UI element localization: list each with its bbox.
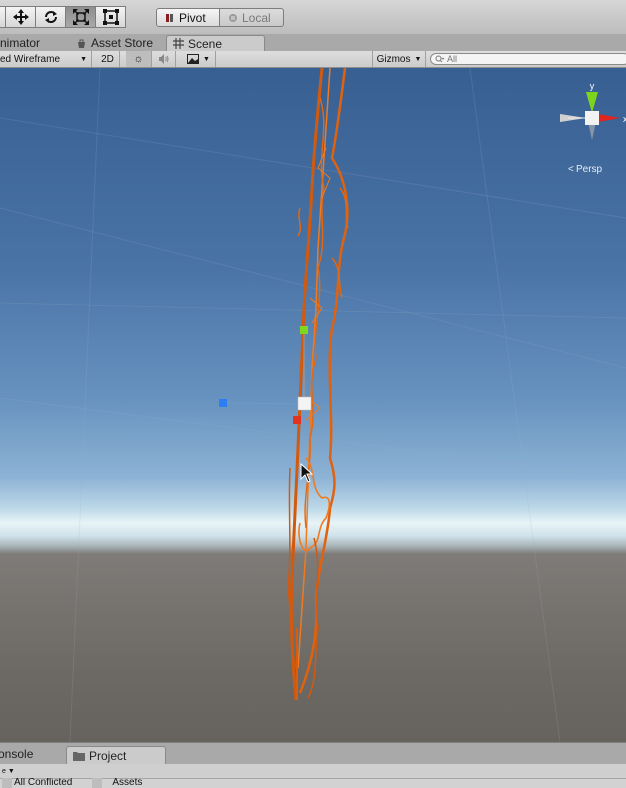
scene-canvas[interactable]: y x · < Persp xyxy=(0,68,626,742)
2d-toggle-button[interactable]: 2D xyxy=(96,51,120,67)
filter-icon xyxy=(2,778,12,788)
create-dropdown-arrow-icon[interactable]: e ▼ xyxy=(2,768,15,775)
scene-lighting-button[interactable]: ☼ xyxy=(126,51,152,67)
z-axis-line xyxy=(225,402,301,405)
gizmos-label: Gizmos xyxy=(376,53,411,65)
scale-tool-button[interactable] xyxy=(66,6,96,28)
folder-icon xyxy=(73,752,85,761)
project-filter-row: All Conflicted Assets xyxy=(0,778,626,788)
rect-icon xyxy=(102,9,119,25)
local-globe-icon xyxy=(229,13,237,22)
tab-scene-label: Scene xyxy=(188,36,223,51)
tab-animator[interactable]: nimator xyxy=(0,35,60,51)
tab-asset-store-label: Asset Store xyxy=(91,36,154,50)
dropdown-arrow-icon: ▼ xyxy=(80,55,87,63)
tab-console[interactable]: onsole xyxy=(0,746,62,762)
search-icon xyxy=(435,55,445,63)
all-conflicted-filter[interactable]: All Conflicted xyxy=(14,778,72,788)
rotate-icon xyxy=(44,11,57,23)
folder-icon xyxy=(92,778,103,788)
dropdown-arrow-icon: ▼ xyxy=(203,55,210,63)
tab-project-label: Project xyxy=(89,749,127,763)
scale-icon xyxy=(72,9,89,25)
transform-gizmo[interactable] xyxy=(219,326,312,424)
pivot-label: Pivot xyxy=(179,10,206,25)
rotate-tool-button[interactable] xyxy=(36,6,66,28)
project-panel: e ▼ All Conflicted Assets xyxy=(0,764,626,788)
rect-tool-button[interactable] xyxy=(96,6,126,28)
transform-tools xyxy=(0,6,126,28)
scene-control-bar: ed Wireframe ▼ 2D ☼ ▼ Gizmos ▼ xyxy=(0,51,626,68)
dropdown-arrow-icon: ▼ xyxy=(414,55,422,63)
wireframe-mesh xyxy=(287,68,349,701)
sun-icon: ☼ xyxy=(133,53,144,65)
tab-animator-label: nimator xyxy=(0,36,41,50)
bottom-tab-bar: onsole Project xyxy=(0,742,626,766)
pivot-icon xyxy=(166,13,173,22)
grid-icon xyxy=(173,38,184,49)
gizmo-y-cone[interactable] xyxy=(586,92,598,113)
assets-breadcrumb[interactable]: Assets xyxy=(112,778,142,788)
scene-viewport[interactable]: y x · < Persp xyxy=(0,68,626,742)
move-tool-button[interactable] xyxy=(6,6,36,28)
tab-scene[interactable]: Scene xyxy=(166,35,265,51)
gizmos-dropdown[interactable]: Gizmos ▼ xyxy=(372,51,426,67)
editor-tab-bar: nimator Asset Store Scene xyxy=(0,34,626,52)
orientation-gizmo[interactable]: y x · < Persp xyxy=(560,81,626,175)
gizmo-y-label: y xyxy=(590,81,595,91)
pivot-local-toggles: Pivot Local xyxy=(156,8,284,27)
scene-search-box xyxy=(430,53,626,65)
shading-mode-label: ed Wireframe xyxy=(0,53,61,65)
scene-search-input[interactable] xyxy=(447,54,617,64)
image-effects-icon xyxy=(187,54,200,64)
gizmo-center-cube[interactable] xyxy=(585,111,599,125)
speaker-icon xyxy=(159,54,169,64)
y-scale-handle[interactable] xyxy=(300,326,308,334)
gizmo-x-cone[interactable] xyxy=(598,114,620,122)
tab-project[interactable]: Project xyxy=(66,746,166,765)
scene-audio-button[interactable] xyxy=(152,51,176,67)
tab-console-label: onsole xyxy=(0,747,34,761)
move-arrows-icon xyxy=(12,9,29,25)
tab-asset-store[interactable]: Asset Store xyxy=(70,35,162,51)
x-scale-handle[interactable] xyxy=(293,416,301,424)
main-toolbar: Pivot Local xyxy=(0,0,626,35)
z-scale-handle[interactable] xyxy=(219,399,227,407)
pivot-button[interactable]: Pivot xyxy=(156,8,220,27)
2d-label: 2D xyxy=(101,53,114,65)
scene-effects-dropdown[interactable]: ▼ xyxy=(182,51,216,67)
shopping-bag-icon xyxy=(78,39,85,48)
shading-mode-dropdown[interactable]: ed Wireframe ▼ xyxy=(0,51,92,67)
center-scale-handle[interactable] xyxy=(297,396,312,411)
local-button[interactable]: Local xyxy=(220,8,284,27)
persp-icon: < xyxy=(568,164,574,175)
local-label: Local xyxy=(242,10,271,25)
persp-label[interactable]: Persp xyxy=(576,164,603,175)
project-toolbar: e ▼ xyxy=(0,764,626,779)
